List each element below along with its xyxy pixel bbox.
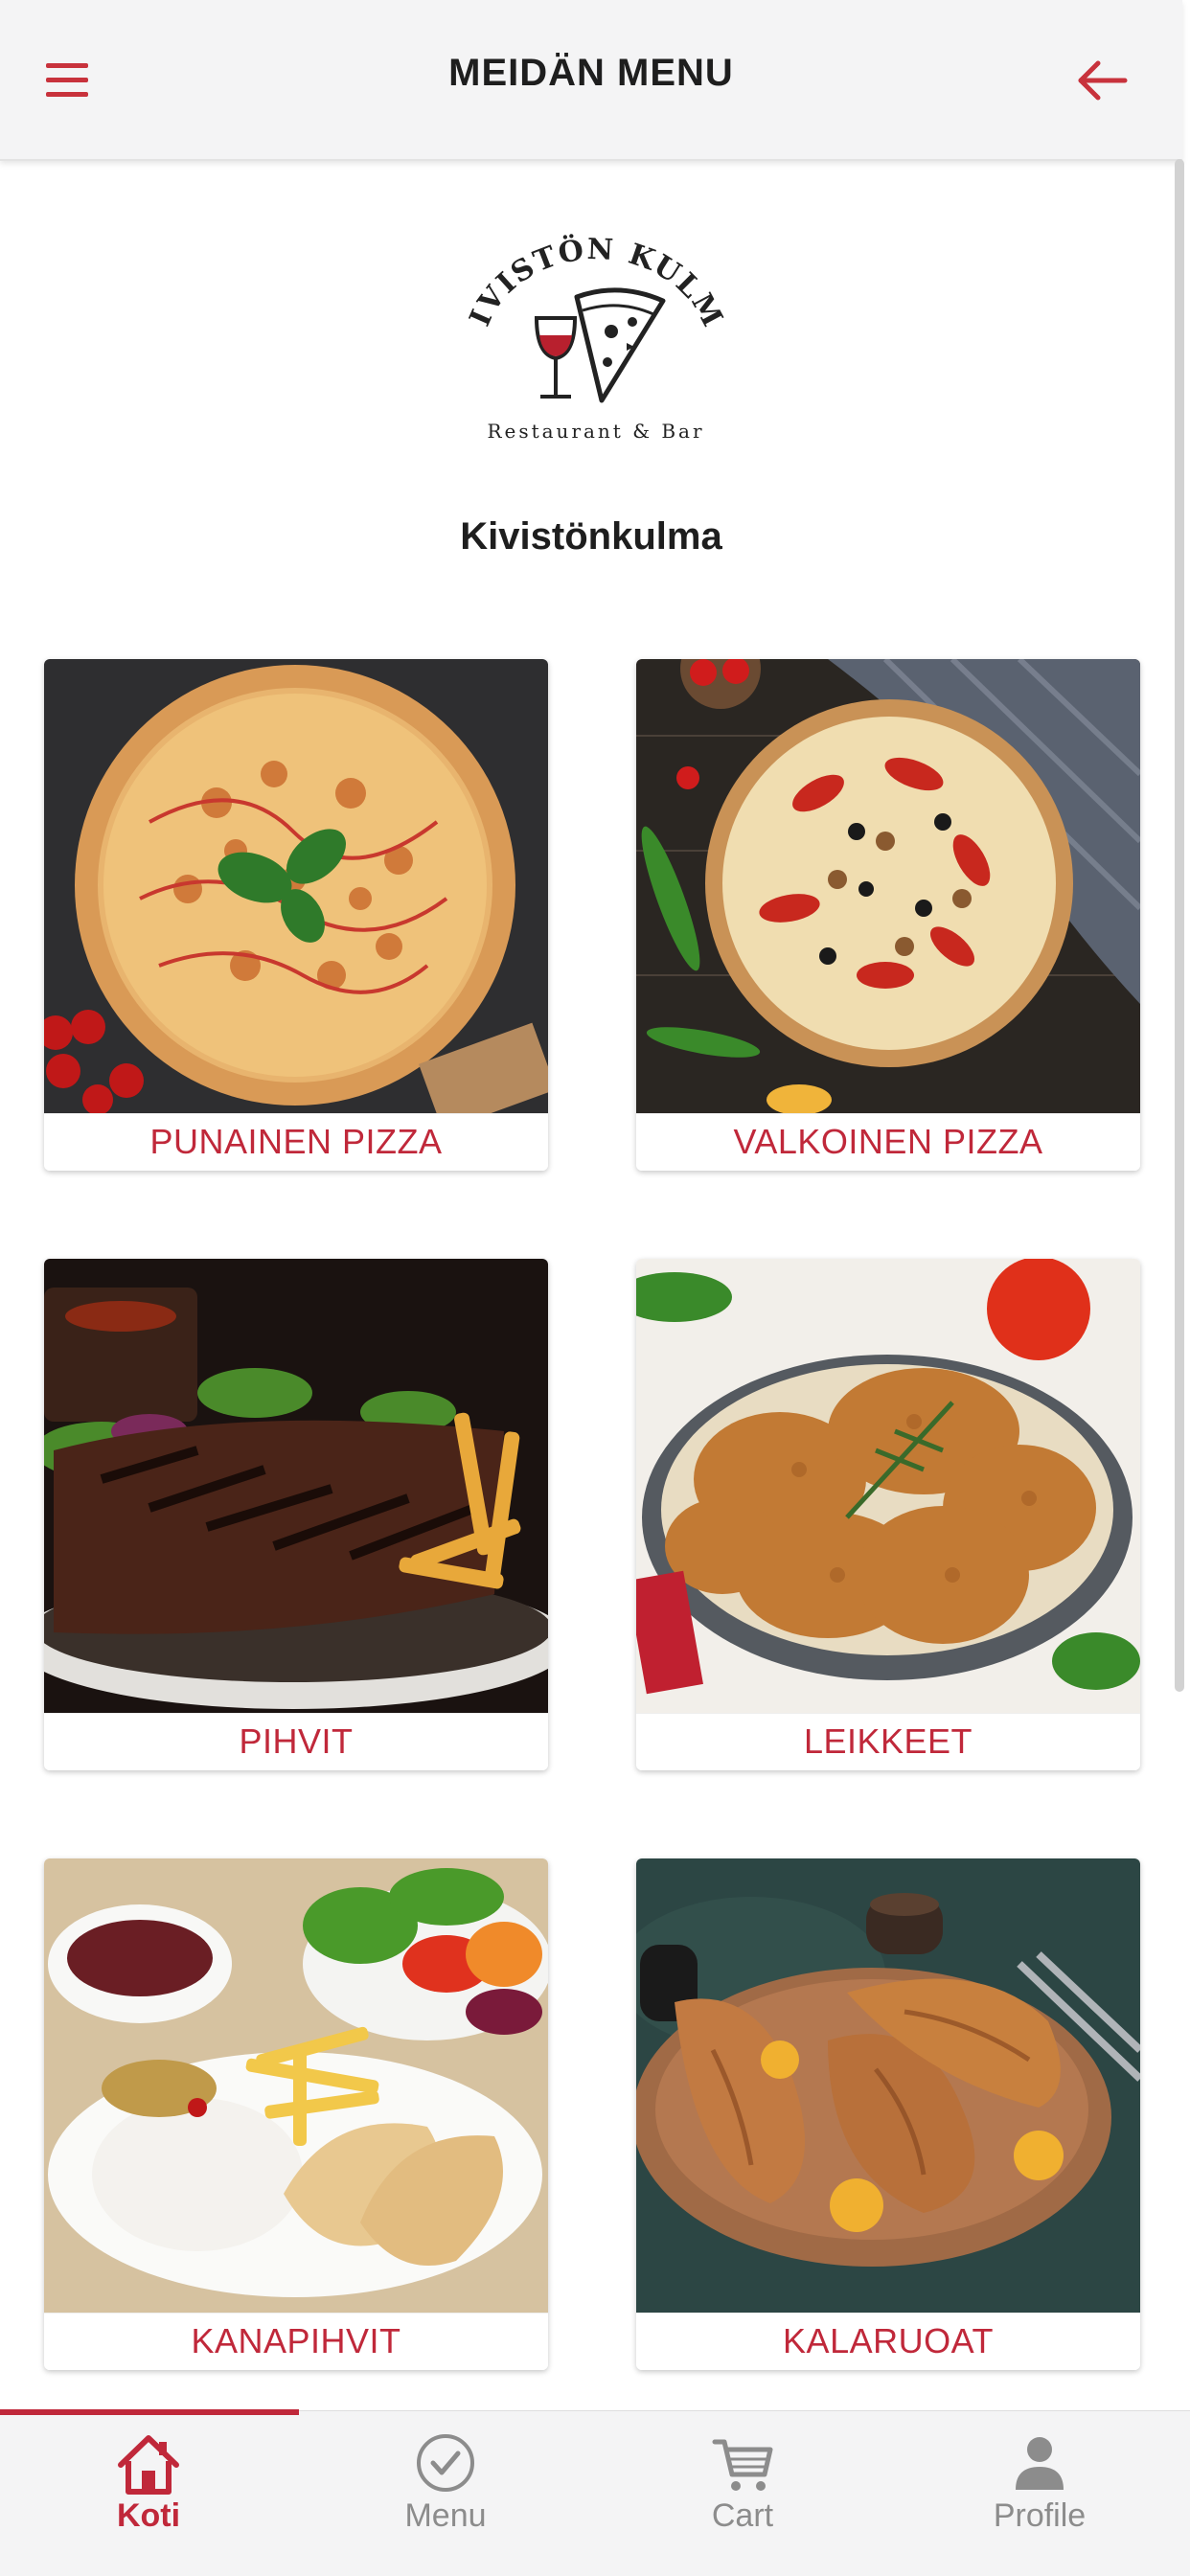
red-pizza-photo [44, 659, 548, 1113]
category-label: KALARUOAT [636, 2313, 1140, 2370]
restaurant-logo: KIVISTÖN KULMA Restaurant & Bar [452, 196, 728, 448]
category-card-punainen-pizza[interactable]: PUNAINEN PIZZA [44, 659, 548, 1171]
person-icon [1006, 2430, 1073, 2497]
bottom-navigation: Koti Menu Cart Profile [0, 2409, 1190, 2576]
nav-item-profile[interactable]: Profile [891, 2430, 1188, 2565]
category-label: VALKOINEN PIZZA [636, 1113, 1140, 1171]
category-label: PIHVIT [44, 1713, 548, 1770]
category-label: LEIKKEET [636, 1713, 1140, 1770]
nav-label: Menu [404, 2497, 487, 2534]
logo-subtitle: Restaurant & Bar [487, 420, 705, 443]
arrow-left-icon[interactable] [1071, 54, 1134, 107]
nav-label: Profile [993, 2497, 1087, 2534]
nav-item-koti[interactable]: Koti [0, 2430, 297, 2565]
category-card-valkoinen-pizza[interactable]: VALKOINEN PIZZA [636, 659, 1140, 1171]
active-tab-indicator [0, 2409, 299, 2415]
home-icon [115, 2430, 182, 2497]
chicken-fillet-plate-photo [44, 1858, 548, 2313]
category-card-kanapihvit[interactable]: KANAPIHVIT [44, 1858, 548, 2370]
check-circle-icon [412, 2430, 479, 2497]
category-card-kalaruoat[interactable]: KALARUOAT [636, 1858, 1140, 2370]
cart-icon [709, 2430, 776, 2497]
fried-fish-photo [636, 1858, 1140, 2313]
page-title: MEIDÄN MENU [448, 52, 734, 94]
nav-item-cart[interactable]: Cart [594, 2430, 891, 2565]
white-pizza-photo [636, 659, 1140, 1113]
nav-label: Cart [711, 2497, 774, 2534]
restaurant-name: Kivistönkulma [460, 515, 722, 558]
grilled-steak-photo [44, 1259, 548, 1713]
top-app-bar: MEIDÄN MENU [0, 0, 1182, 161]
category-card-leikkeet[interactable]: LEIKKEET [636, 1259, 1140, 1770]
scrollbar[interactable] [1175, 159, 1184, 1692]
app-screen: MEIDÄN MENU KIVISTÖN KULMA [0, 0, 1190, 2576]
breaded-cutlets-photo [636, 1259, 1140, 1713]
category-label: KANAPIHVIT [44, 2313, 548, 2370]
nav-item-menu[interactable]: Menu [297, 2430, 594, 2565]
category-card-pihvit[interactable]: PIHVIT [44, 1259, 548, 1770]
nav-label: Koti [116, 2497, 181, 2534]
category-label: PUNAINEN PIZZA [44, 1113, 548, 1171]
